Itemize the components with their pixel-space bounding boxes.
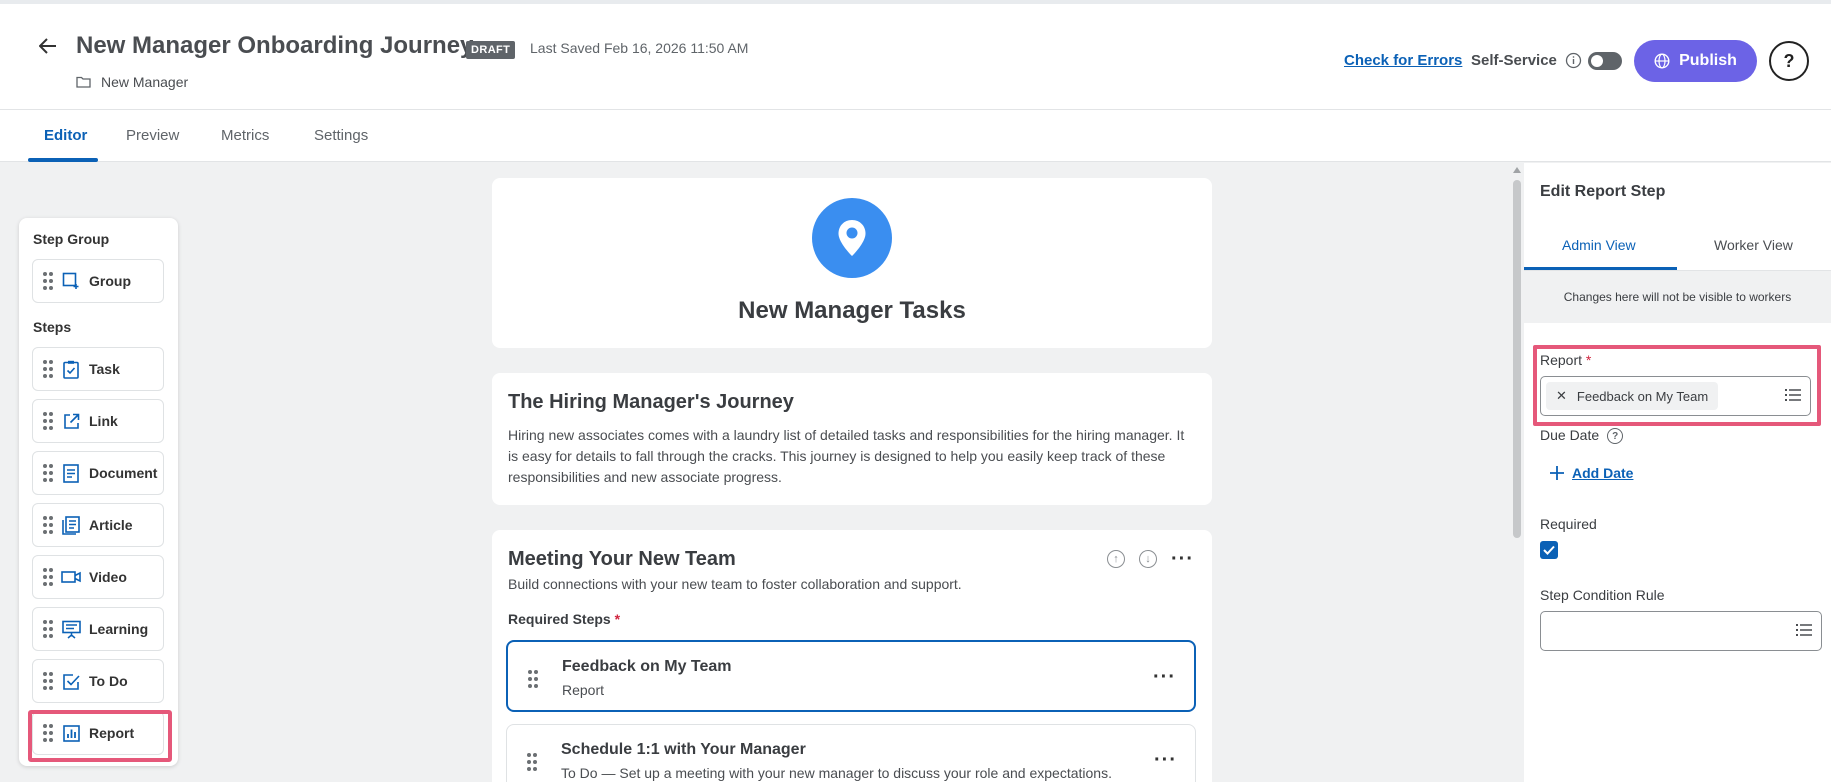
required-star: * bbox=[614, 611, 621, 627]
hero-title: New Manager Tasks bbox=[738, 297, 966, 324]
info-icon[interactable] bbox=[1565, 52, 1582, 69]
task-icon bbox=[61, 359, 81, 379]
checkmark-icon bbox=[1543, 545, 1555, 555]
palette-item-task[interactable]: Task bbox=[32, 347, 164, 391]
location-pin-icon[interactable] bbox=[812, 198, 892, 278]
todo-icon bbox=[61, 671, 81, 691]
drag-handle-icon[interactable] bbox=[43, 568, 53, 586]
group-description: Build connections with your new team to … bbox=[508, 576, 962, 592]
tab-settings[interactable]: Settings bbox=[314, 127, 368, 144]
palette-item-document[interactable]: Document bbox=[32, 451, 164, 495]
palette-item-link[interactable]: Link bbox=[32, 399, 164, 443]
step-group-card[interactable]: Meeting Your New Team Build connections … bbox=[492, 530, 1212, 782]
move-down-icon[interactable]: ↓ bbox=[1139, 550, 1158, 568]
video-icon bbox=[61, 567, 81, 587]
steps-heading: Steps bbox=[33, 319, 72, 335]
back-arrow-icon[interactable] bbox=[36, 34, 60, 58]
add-date-link[interactable]: Add Date bbox=[1550, 465, 1633, 481]
editor-tabs: Editor Preview Metrics Settings bbox=[0, 110, 1831, 162]
step-card[interactable]: Schedule 1:1 with Your Manager To Do — S… bbox=[506, 724, 1196, 782]
condition-rule-label: Step Condition Rule bbox=[1540, 587, 1665, 603]
drag-handle-icon[interactable] bbox=[43, 464, 53, 482]
group-title: Meeting Your New Team bbox=[508, 548, 736, 570]
condition-rule-select[interactable] bbox=[1540, 611, 1822, 651]
tab-worker-view[interactable]: Worker View bbox=[1714, 237, 1793, 253]
edit-step-panel: Edit Report Step Admin View Worker View … bbox=[1524, 163, 1831, 782]
scrollbar-thumb[interactable] bbox=[1513, 180, 1521, 538]
list-icon[interactable] bbox=[1795, 622, 1813, 638]
folder-icon bbox=[76, 76, 91, 88]
plus-icon bbox=[1550, 466, 1564, 480]
step-type: Report bbox=[562, 682, 605, 698]
step-title: Schedule 1:1 with Your Manager bbox=[561, 741, 806, 758]
page-title: New Manager Onboarding Journey bbox=[76, 32, 474, 59]
panel-title: Edit Report Step bbox=[1540, 183, 1666, 200]
drag-handle-icon[interactable] bbox=[43, 412, 53, 430]
link-icon bbox=[61, 411, 81, 431]
drag-handle-icon[interactable] bbox=[527, 753, 537, 771]
step-title: Feedback on My Team bbox=[562, 658, 732, 675]
tab-editor[interactable]: Editor bbox=[44, 127, 87, 144]
group-actions: ↑ ↓ ··· bbox=[1107, 549, 1194, 569]
visibility-notice: Changes here will not be visible to work… bbox=[1524, 271, 1831, 323]
journey-title: The Hiring Manager's Journey bbox=[508, 391, 794, 413]
more-options-icon[interactable]: ··· bbox=[1154, 750, 1177, 770]
required-steps-label: Required Steps * bbox=[508, 611, 621, 627]
last-saved-text: Last Saved Feb 16, 2026 11:50 AM bbox=[530, 40, 749, 56]
tab-admin-view[interactable]: Admin View bbox=[1562, 237, 1636, 253]
due-date-label: Due Date? bbox=[1540, 427, 1624, 445]
report-highlight-frame bbox=[1533, 345, 1821, 426]
globe-icon bbox=[1654, 53, 1670, 69]
folder-breadcrumb[interactable]: New Manager bbox=[76, 74, 188, 90]
report-highlight-frame bbox=[28, 710, 172, 762]
document-icon bbox=[61, 463, 81, 483]
drag-handle-icon[interactable] bbox=[43, 360, 53, 378]
drag-handle-icon[interactable] bbox=[43, 272, 53, 290]
palette-item-video[interactable]: Video bbox=[32, 555, 164, 599]
publish-button[interactable]: Publish bbox=[1634, 40, 1757, 82]
check-errors-link[interactable]: Check for Errors bbox=[1344, 52, 1462, 69]
drag-handle-icon[interactable] bbox=[43, 620, 53, 638]
more-options-icon[interactable]: ··· bbox=[1153, 667, 1176, 687]
drag-handle-icon[interactable] bbox=[43, 516, 53, 534]
article-icon bbox=[61, 515, 81, 535]
step-group-heading: Step Group bbox=[33, 231, 110, 247]
help-icon[interactable]: ? bbox=[1607, 428, 1624, 445]
move-up-icon[interactable]: ↑ bbox=[1107, 550, 1126, 568]
journey-hero-card: New Manager Tasks bbox=[492, 178, 1212, 348]
step-card[interactable]: Feedback on My Team Report ··· bbox=[506, 640, 1196, 712]
folder-label: New Manager bbox=[101, 74, 189, 90]
palette-item-todo[interactable]: To Do bbox=[32, 659, 164, 703]
step-type: To Do — Set up a meeting with your new m… bbox=[561, 765, 1112, 781]
active-panel-tab-indicator bbox=[1524, 267, 1677, 270]
tab-metrics[interactable]: Metrics bbox=[221, 127, 269, 144]
scroll-up-arrow[interactable] bbox=[1513, 167, 1521, 173]
self-service-toggle[interactable] bbox=[1588, 52, 1622, 70]
help-button[interactable]: ? bbox=[1769, 41, 1809, 81]
journey-description: Hiring new associates comes with a laund… bbox=[508, 427, 1185, 485]
drag-handle-icon[interactable] bbox=[43, 672, 53, 690]
palette-item-group[interactable]: Group bbox=[32, 259, 164, 303]
required-label: Required bbox=[1540, 516, 1597, 532]
group-icon bbox=[61, 271, 81, 291]
journey-description-card[interactable]: The Hiring Manager's Journey Hiring new … bbox=[492, 373, 1212, 505]
drag-handle-icon[interactable] bbox=[528, 670, 538, 688]
active-tab-indicator bbox=[28, 158, 98, 162]
tab-preview[interactable]: Preview bbox=[126, 127, 179, 144]
header: New Manager Onboarding Journey DRAFT Las… bbox=[0, 0, 1831, 110]
status-badge: DRAFT bbox=[466, 41, 516, 59]
step-palette: Step Group Group Steps Task Link Documen… bbox=[19, 218, 178, 766]
required-checkbox[interactable] bbox=[1540, 541, 1558, 559]
self-service-label: Self-Service bbox=[1471, 52, 1582, 69]
learning-icon bbox=[61, 619, 81, 639]
more-options-icon[interactable]: ··· bbox=[1171, 549, 1194, 569]
palette-item-learning[interactable]: Learning bbox=[32, 607, 164, 651]
palette-item-article[interactable]: Article bbox=[32, 503, 164, 547]
